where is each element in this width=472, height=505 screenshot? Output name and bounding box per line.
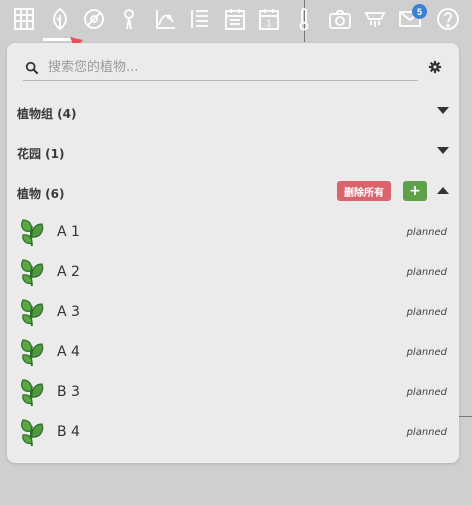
plant-icon (19, 417, 45, 447)
plants-panel: 植物组 (4) 花园 (1) 植物 (6) 删除所有 + A 1plannedA… (7, 43, 459, 463)
thermometer-icon[interactable] (290, 5, 318, 33)
plant-list: A 1 planned A 2 planned A 3 planned A 4 planned… (7, 213, 459, 453)
plant-row[interactable]: B 4 planned (7, 413, 459, 453)
plant-row[interactable]: A 2 planned (7, 253, 459, 293)
delete-all-button[interactable]: 删除所有 (337, 181, 391, 201)
section-label: 植物 (6) (17, 186, 65, 201)
calendar-day-icon[interactable]: 1 (255, 5, 283, 33)
caret-down-icon[interactable] (437, 107, 449, 115)
plant-name: B 4 (57, 424, 80, 440)
caret-down-icon[interactable] (437, 147, 449, 155)
help-icon[interactable] (434, 5, 462, 33)
no-sign-icon[interactable] (80, 5, 108, 33)
plant-status: planned (406, 427, 447, 438)
plant-name: B 3 (57, 384, 80, 400)
notification-badge: 5 (412, 4, 427, 19)
grid-icon[interactable] (10, 5, 38, 33)
plant-name: A 1 (57, 224, 80, 240)
section-label: 植物组 (4) (17, 106, 77, 121)
plant-status: planned (406, 307, 447, 318)
plant-status: planned (406, 387, 447, 398)
plant-icon (19, 297, 45, 327)
svg-text:1: 1 (266, 20, 272, 30)
plant-icon (19, 337, 45, 367)
plant-name: A 2 (57, 264, 80, 280)
plant-row[interactable]: A 4 planned (7, 333, 459, 373)
calendar-icon[interactable] (221, 5, 249, 33)
section-gardens[interactable]: 花园 (1) (17, 141, 449, 165)
plant-status: planned (406, 227, 447, 238)
chart-icon[interactable] (152, 5, 180, 33)
section-plant-groups[interactable]: 植物组 (4) (17, 101, 449, 125)
add-plant-button[interactable]: + (403, 181, 427, 201)
caret-up-icon[interactable] (437, 187, 449, 195)
plant-row[interactable]: A 1 planned (7, 213, 459, 253)
plant-icon (19, 257, 45, 287)
plant-row[interactable]: A 3 planned (7, 293, 459, 333)
plant-status: planned (406, 267, 447, 278)
section-label: 花园 (1) (17, 146, 65, 161)
list-icon[interactable] (186, 5, 214, 33)
plant-name: A 3 (57, 304, 80, 320)
plant-status: planned (406, 347, 447, 358)
plant-icon (19, 217, 45, 247)
pin-icon[interactable] (115, 5, 143, 33)
sensor-icon[interactable] (361, 5, 389, 33)
section-plants[interactable]: 植物 (6) 删除所有 + (17, 181, 449, 205)
plant-name: A 4 (57, 344, 80, 360)
search-icon (25, 61, 39, 74)
plant-icon (19, 377, 45, 407)
camera-icon[interactable] (326, 5, 354, 33)
gear-icon[interactable] (428, 60, 442, 74)
search-bar (23, 55, 418, 81)
search-input[interactable] (48, 56, 408, 79)
leaf-icon[interactable] (46, 5, 74, 33)
plant-row[interactable]: B 3 planned (7, 373, 459, 413)
